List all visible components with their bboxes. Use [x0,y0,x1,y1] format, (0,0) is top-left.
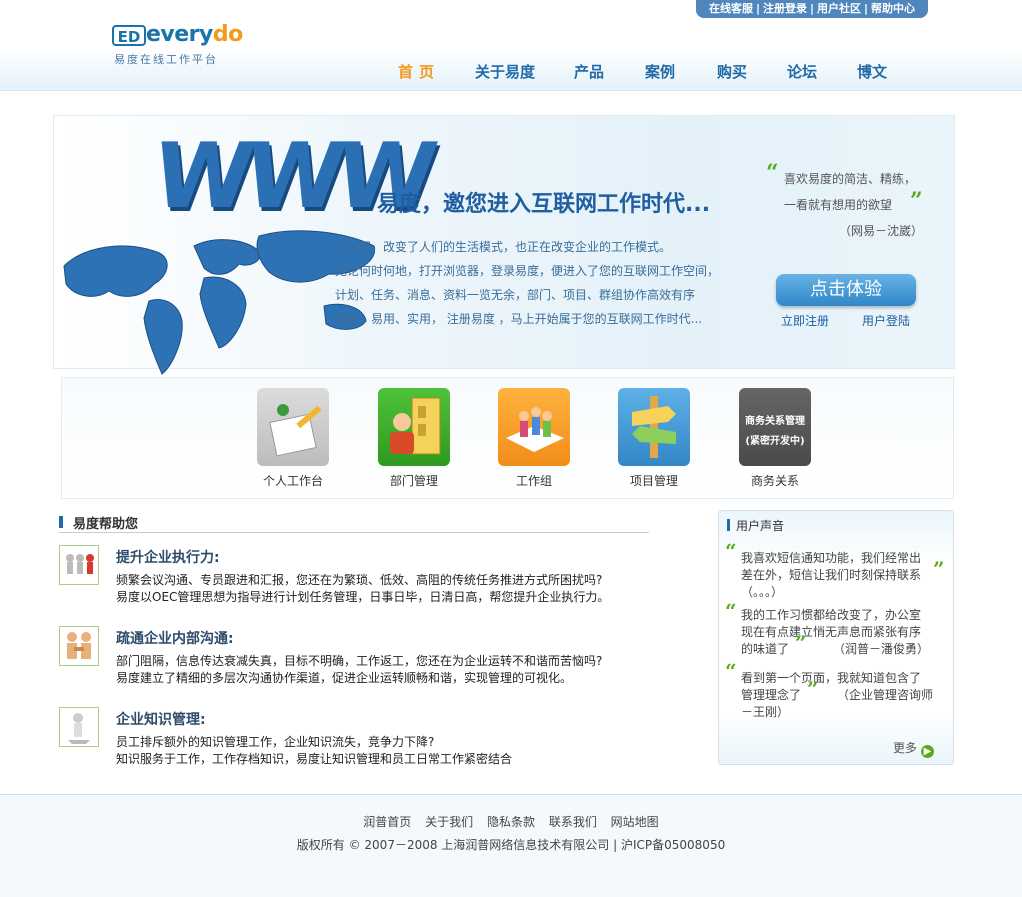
voice-quote-line: 我喜欢短信通知功能，我们经常出 [741,551,922,565]
feature-project[interactable]: 项目管理 [609,388,699,489]
top-link-register-login[interactable]: 注册登录 [763,2,807,15]
banner-line-2: 无论何时何地，打开浏览器，登录易度，便进入了您的互联网工作空间， [335,264,720,278]
voice-quote-author: （。。。） [741,585,784,599]
help-heading: 疏通企业内部沟通: [116,631,234,647]
feature-workgroup[interactable]: 工作组 [489,388,579,489]
knowledge-icon [59,707,99,747]
arrow-right-icon: ▶ [921,745,935,758]
project-icon [618,388,690,466]
open-quote-icon: “ [766,160,779,186]
voice-quote-author: （润普－潘俊勇） [833,642,930,656]
close-quote-icon: ” [807,677,819,701]
quote-author: （网易－沈崴） [839,224,924,238]
help-text: 知识服务于工作，工作存档知识，易度让知识管理和员工日常工作紧密结合 [116,752,513,766]
nav-about[interactable]: 关于易度 [475,61,535,82]
feature-business[interactable]: 商务关系管理 (紧密开发中) 商务关系 [730,388,820,489]
footer-link-about[interactable]: 关于我们 [425,815,473,829]
copyright: 版权所有 © 2007－2008 上海润普网络信息技术有限公司 | 沪ICP备0… [296,838,726,852]
runners-icon [59,545,99,585]
banner-line-3: 计划、任务、消息、资料一览无余，部门、项目、群组协作高效有序 [335,288,696,302]
feature-label: 项目管理 [629,474,678,488]
open-quote-icon: “ [725,539,737,563]
footer-link-contact[interactable]: 联系我们 [549,815,597,829]
more-link[interactable]: 更多 ▶ [893,739,935,758]
top-link-user-community[interactable]: 用户社区 [817,2,861,15]
voice-quote-author: （企业管理咨询师 [837,688,934,702]
nav-products[interactable]: 产品 [574,61,604,82]
banner-title: 易度，邀您进入互联网工作时代... [377,192,711,217]
logo-badge: ED [112,25,146,46]
footer-link-sitemap[interactable]: 网站地图 [611,815,659,829]
voice-quote-author: －王刚） [741,705,790,719]
top-link-help-center[interactable]: 帮助中心 [871,2,915,15]
nav-purchase[interactable]: 购买 [717,61,747,82]
nav-home[interactable]: 首页 [398,61,440,82]
footer-links: 润普首页 关于我们 隐私条款 联系我们 网站地图 [0,813,1022,830]
help-heading: 提升企业执行力: [116,550,220,566]
logo[interactable]: ED everydo 易度在线工作平台 [112,22,243,66]
feature-department[interactable]: 部门管理 [369,388,459,489]
quote-line-1: 喜欢易度的简洁、精练， [784,172,917,186]
top-link-online-service[interactable]: 在线客服 [709,2,753,15]
help-text: 易度建立了精细的多层次沟通协作渠道，促进企业运转顺畅和谐，实现管理的可视化。 [116,671,573,685]
user-voice-header: 用户声音 [727,517,784,534]
close-quote-icon: ” [910,188,923,214]
voice-quote-line: 的味道了 [741,642,790,656]
open-quote-icon: “ [725,599,737,623]
feature-label: 个人工作台 [262,474,323,488]
help-text: 易度以OEC管理思想为指导进行计划任务管理，日事日毕，日清日高，帮您提升企业执行… [116,590,610,604]
footer: 润普首页 关于我们 隐私条款 联系我们 网站地图 版权所有 © 2007－200… [0,794,1022,897]
handshake-icon [59,626,99,666]
voice-quote-line: 现在有点建立悄无声息而紧张有序 [741,625,922,639]
header: 在线客服 | 注册登录 | 用户社区 | 帮助中心 ED everydo 易度在线工作平台 … [0,0,1022,91]
footer-link-home[interactable]: 润普首页 [363,815,411,829]
nav-cases[interactable]: 案例 [645,61,675,82]
nav-forum[interactable]: 论坛 [787,61,817,82]
register-link[interactable]: 立即注册 [781,312,829,329]
quote-line-2: 一看就有想用的欲望 [784,198,893,212]
workgroup-icon [498,388,570,466]
voice-quote-line: 看到第一个页面，我就知道包含了 [741,671,922,685]
voice-quote-line: 我的工作习惯都给改变了，办公室 [741,608,922,622]
voice-quote-line: 差在外，短信让我们时刻保持联系 [741,568,922,582]
voice-quote-line: 管理理念了 [741,688,802,702]
business-icon: 商务关系管理 (紧密开发中) [739,388,811,466]
help-section-title: 易度帮助您 [73,517,139,532]
help-text: 部门阻隔，信息传达衰减失真，目标不明确，工作返工，您还在为企业运转不和谐而苦恼吗… [116,654,603,668]
close-quote-icon: ” [795,631,807,655]
department-icon [378,388,450,466]
close-quote-icon: ” [933,557,945,581]
personal-desk-icon [257,388,329,466]
help-text: 频繁会议沟通、专员跟进和汇报，您还在为繁琐、低效、高阻的传统任务推进方式所困扰吗… [116,573,603,587]
logo-tagline: 易度在线工作平台 [114,53,218,66]
footer-link-privacy[interactable]: 隐私条款 [487,815,535,829]
hero-banner: WWW 易度，邀您进入互联网工作时代... 互联网，改变了人们的生活模式，也正在… [53,115,955,375]
help-heading: 企业知识管理: [116,712,206,728]
help-section-header: 易度帮助您 [59,512,649,533]
feature-label: 商务关系 [750,474,799,488]
feature-strip: 个人工作台 部门管理 工作组 项目管理 商务关系管理 (紧密开发中) 商务关系 [61,377,954,499]
feature-label: 工作组 [515,474,552,488]
banner-line-1: 互联网，改变了人们的生活模式，也正在改变企业的工作模式。 [335,240,672,254]
help-text: 员工排斥额外的知识管理工作，企业知识流失，竞争力下降? [116,735,435,749]
logo-wordmark: everydo [146,22,243,47]
banner-line-4: 简单、易用、实用， 注册易度 ，马上开始属于您的互联网工作时代... [335,312,703,326]
nav-blog[interactable]: 博文 [857,61,887,82]
try-now-button[interactable]: 点击体验 [776,274,916,306]
user-voice-panel: 用户声音 “ 我喜欢短信通知功能，我们经常出 差在外，短信让我们时刻保持联系 ”… [718,510,954,765]
feature-personal-desk[interactable]: 个人工作台 [248,388,338,489]
top-links-bar: 在线客服 | 注册登录 | 用户社区 | 帮助中心 [696,0,928,18]
feature-label: 部门管理 [389,474,438,488]
open-quote-icon: “ [725,659,737,683]
login-link[interactable]: 用户登陆 [862,312,910,329]
user-voice-title: 用户声音 [736,519,785,533]
